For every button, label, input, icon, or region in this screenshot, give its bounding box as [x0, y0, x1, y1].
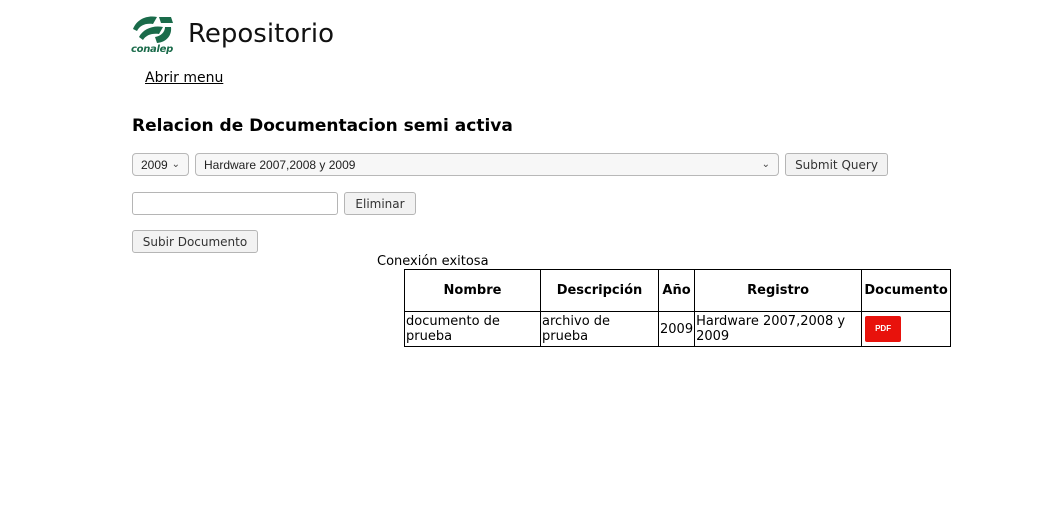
open-menu-link[interactable]: Abrir menu [145, 70, 223, 86]
year-select[interactable]: 2009 ⌄ [132, 153, 189, 176]
upload-document-button[interactable]: Subir Documento [132, 230, 258, 253]
col-header-nombre: Nombre [404, 269, 541, 312]
col-header-descripcion: Descripción [540, 269, 659, 312]
cell-registro: Hardware 2007,2008 y 2009 [694, 311, 863, 347]
table-header-row: Nombre Descripción Año Registro Document… [404, 269, 952, 312]
cell-nombre: documento de prueba [404, 311, 541, 347]
site-title: Repositorio [188, 19, 334, 49]
cell-documento: PDF [861, 311, 952, 347]
connection-status: Conexión exitosa [377, 254, 489, 269]
table-row: documento de prueba archivo de prueba 20… [404, 311, 952, 347]
chevron-down-icon: ⌄ [761, 159, 770, 170]
pdf-download-icon[interactable]: PDF [865, 316, 902, 342]
category-select-value: Hardware 2007,2008 y 2009 [204, 157, 356, 172]
category-select[interactable]: Hardware 2007,2008 y 2009 ⌄ [195, 153, 779, 176]
cell-descripcion: archivo de prueba [540, 311, 659, 347]
conalep-logo-icon [133, 16, 173, 43]
documents-table: Nombre Descripción Año Registro Document… [404, 269, 952, 347]
page-heading: Relacion de Documentacion semi activa [132, 116, 513, 136]
year-select-value: 2009 [141, 157, 168, 172]
col-header-registro: Registro [694, 269, 863, 312]
submit-query-button[interactable]: Submit Query [785, 153, 888, 176]
chevron-down-icon: ⌄ [171, 159, 180, 170]
logo-text: conalep [131, 44, 173, 55]
delete-button[interactable]: Eliminar [344, 192, 416, 215]
delete-input[interactable] [132, 192, 338, 215]
col-header-documento: Documento [861, 269, 952, 312]
cell-anio: 2009 [657, 311, 696, 347]
col-header-anio: Año [657, 269, 696, 312]
